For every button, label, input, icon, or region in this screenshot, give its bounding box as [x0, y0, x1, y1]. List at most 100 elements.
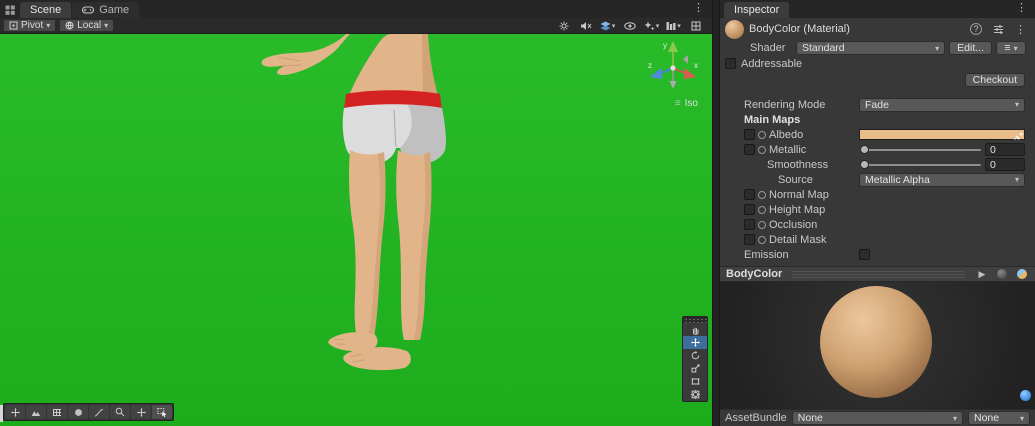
gizmo-projection-toggle[interactable]: ≡ Iso — [675, 98, 698, 109]
preview-drag-handle[interactable] — [792, 270, 965, 278]
material-thumbnail-icon[interactable] — [725, 19, 744, 39]
paint-grid-tool-icon[interactable] — [47, 405, 67, 419]
chevron-down-icon: ▾ — [935, 43, 940, 53]
normal-map-label: Normal Map — [769, 188, 829, 201]
source-label: Source — [778, 173, 813, 186]
material-kebab-icon[interactable]: ⋮ — [1012, 23, 1029, 36]
detail-mask-checkbox[interactable] — [744, 234, 755, 245]
material-title: BodyColor (Material) — [749, 23, 850, 35]
move-tool-button[interactable] — [683, 336, 707, 349]
audio-mute-icon[interactable] — [575, 19, 596, 33]
checkout-button[interactable]: Checkout — [964, 73, 1025, 87]
smooth-slope-tool-icon[interactable] — [89, 405, 109, 419]
asset-bundle-variant-value: None — [974, 412, 1000, 424]
inspector-tabbar: Inspector ⋮ — [720, 0, 1035, 18]
y-axis-cone — [668, 41, 678, 52]
texture-picker-icon[interactable] — [758, 190, 766, 199]
rotate-tool-button[interactable] — [683, 349, 707, 362]
preview-environment-icon[interactable] — [1015, 269, 1029, 279]
pivot-button[interactable]: Pivot ▾ — [3, 19, 57, 32]
texture-picker-icon[interactable] — [758, 130, 766, 139]
metallic-value-field[interactable]: 0 — [985, 143, 1025, 156]
shading-mode-icon[interactable]: ▾ — [597, 19, 618, 33]
rendering-mode-label: Rendering Mode — [744, 98, 826, 111]
addressable-label: Addressable — [741, 57, 803, 70]
texture-picker-icon[interactable] — [758, 205, 766, 214]
material-header: BodyColor (Material) ? ⋮ — [720, 18, 1035, 40]
notification-badge-icon[interactable] — [1020, 390, 1031, 401]
asset-bundle-value: None — [797, 412, 823, 424]
albedo-color-swatch[interactable] — [859, 129, 1025, 140]
transform-tool-button[interactable] — [683, 388, 707, 401]
lighting-icon[interactable] — [553, 19, 574, 33]
addressable-checkbox[interactable] — [725, 58, 736, 69]
tab-inspector[interactable]: Inspector — [724, 2, 790, 18]
pan-tool-icon[interactable] — [131, 405, 151, 419]
tab-scene[interactable]: Scene — [20, 2, 72, 18]
source-dropdown[interactable]: Metallic Alpha ▾ — [859, 172, 1025, 187]
height-map-checkbox[interactable] — [744, 204, 755, 215]
local-button[interactable]: Local ▾ — [59, 19, 115, 32]
hand-tool-button[interactable] — [683, 323, 707, 336]
effects-sparkle-icon[interactable]: ▾ — [641, 19, 662, 33]
unity-editor-window: Scene Game ⋮ Pivot ▾ Local ▾ ▾ ▾ ▾ y x z… — [0, 0, 1035, 426]
preview-play-icon[interactable]: ▶ — [975, 269, 989, 280]
orientation-gizmo[interactable]: y x z — [642, 37, 704, 99]
shader-value: Standard — [802, 42, 845, 54]
metallic-texture-checkbox[interactable] — [744, 144, 755, 155]
emission-row: Emission — [720, 247, 1035, 262]
zoom-tool-icon[interactable] — [110, 405, 130, 419]
texture-picker-icon[interactable] — [758, 220, 766, 229]
visibility-eye-icon[interactable] — [619, 19, 640, 33]
scrollbar-thumb[interactable] — [0, 405, 3, 422]
shader-dropdown[interactable]: Standard ▾ — [796, 41, 946, 55]
move-snap-tool-button[interactable] — [5, 405, 25, 419]
z-axis-label: z — [648, 61, 652, 70]
material-preview[interactable] — [720, 282, 1035, 409]
window-layout-icon[interactable] — [3, 3, 17, 17]
normal-map-checkbox[interactable] — [744, 189, 755, 200]
normal-map-row: Normal Map — [720, 187, 1035, 202]
overlay-columns-icon[interactable]: ▾ — [663, 19, 684, 33]
metallic-label: Metallic — [769, 143, 807, 156]
height-map-row: Height Map — [720, 202, 1035, 217]
texture-picker-icon[interactable] — [758, 145, 766, 154]
albedo-texture-checkbox[interactable] — [744, 129, 755, 140]
smoothness-value-field[interactable]: 0 — [985, 158, 1025, 171]
scene-viewport[interactable]: y x z ≡ Iso — [0, 34, 712, 426]
terrain-tool-icon[interactable] — [26, 405, 46, 419]
rendering-mode-row: Rendering Mode Fade ▾ — [720, 97, 1035, 112]
preview-light-icon[interactable] — [995, 269, 1009, 279]
panel-splitter[interactable] — [712, 0, 720, 426]
scene-panel-menu-icon[interactable]: ⋮ — [690, 2, 707, 15]
local-axes-icon — [65, 21, 74, 30]
slider-thumb[interactable] — [860, 144, 869, 154]
x-axis-label: x — [694, 61, 698, 70]
tool-palette — [682, 316, 708, 402]
slider-thumb[interactable] — [860, 159, 869, 169]
rect-tool-button[interactable] — [683, 375, 707, 388]
smoothness-slider[interactable] — [859, 159, 982, 171]
rect-select-tool-icon[interactable] — [152, 405, 172, 419]
rendering-mode-dropdown[interactable]: Fade ▾ — [859, 97, 1025, 112]
smoothness-label: Smoothness — [767, 158, 829, 171]
asset-bundle-variant-dropdown[interactable]: None ▾ — [968, 411, 1030, 425]
texture-picker-icon[interactable] — [758, 235, 766, 244]
scene-toolbar-toggles: ▾ ▾ ▾ — [553, 19, 709, 33]
metallic-slider[interactable] — [859, 144, 982, 156]
grid-icon[interactable] — [685, 19, 706, 33]
asset-bundle-dropdown[interactable]: None ▾ — [791, 411, 963, 425]
sphere-brush-tool-icon[interactable] — [68, 405, 88, 419]
presets-icon[interactable] — [990, 24, 1007, 35]
help-icon[interactable]: ? — [967, 23, 985, 35]
shader-edit-button[interactable]: Edit... — [949, 41, 992, 55]
shader-menu-button[interactable]: ≡ ▾ — [996, 41, 1026, 55]
occlusion-checkbox[interactable] — [744, 219, 755, 230]
preview-header[interactable]: BodyColor ▶ — [720, 266, 1035, 282]
emission-checkbox[interactable] — [859, 249, 870, 260]
main-maps-header: Main Maps — [720, 112, 1035, 127]
scale-tool-button[interactable] — [683, 362, 707, 375]
tab-game[interactable]: Game — [72, 2, 140, 18]
inspector-menu-icon[interactable]: ⋮ — [1013, 2, 1030, 15]
chevron-down-icon: ▾ — [1014, 175, 1019, 184]
